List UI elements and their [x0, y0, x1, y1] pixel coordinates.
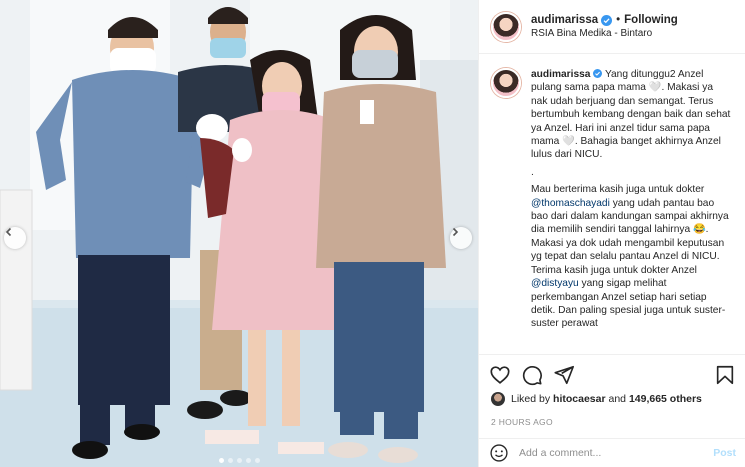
- caption-body-2b: yang udah pantau bao bao dari dalam kand…: [531, 197, 729, 276]
- post-comment-button[interactable]: Post: [713, 447, 736, 459]
- following-button[interactable]: Following: [624, 14, 678, 26]
- carousel-dot: [218, 458, 224, 463]
- emoji-icon[interactable]: [489, 443, 509, 463]
- caption-text: audimarissa Yang ditunggu2 Anzel pulang …: [531, 68, 731, 335]
- likes-prefix: Liked by: [511, 393, 551, 405]
- action-bar: [479, 354, 745, 394]
- author-username[interactable]: audimarissa: [531, 14, 598, 26]
- comment-box: Post: [479, 438, 745, 467]
- liker-avatar[interactable]: [491, 392, 505, 406]
- caption-avatar[interactable]: [491, 68, 521, 98]
- caption-area: audimarissa Yang ditunggu2 Anzel pulang …: [479, 60, 745, 352]
- carousel-dot: [245, 458, 251, 463]
- likes-line: Liked by hitocaesar and 149,665 others: [491, 392, 702, 406]
- post-timestamp[interactable]: 2 HOURS AGO: [491, 417, 553, 427]
- author-avatar[interactable]: [491, 11, 521, 42]
- post-location[interactable]: RSIA Bina Medika - Bintaro: [531, 28, 678, 39]
- post-header: audimarissa • Following RSIA Bina Medika…: [479, 0, 745, 54]
- caption-row: audimarissa Yang ditunggu2 Anzel pulang …: [491, 68, 736, 335]
- verified-icon: [593, 69, 603, 78]
- caption-body-1: Yang ditunggu2 Anzel pulang sama papa ma…: [531, 69, 731, 161]
- chevron-left-icon: [5, 227, 12, 237]
- comment-icon[interactable]: [521, 364, 543, 386]
- caption-paragraph-2: Mau berterima kasih juga untuk dokter @t…: [531, 183, 731, 330]
- header-text: audimarissa • Following RSIA Bina Medika…: [531, 14, 678, 39]
- likes-conjunction: and: [608, 393, 627, 405]
- verified-icon: [601, 14, 613, 26]
- mention-link[interactable]: @thomaschayadi: [531, 198, 610, 209]
- mention-link[interactable]: @distyayu: [531, 278, 579, 289]
- family-photo-illustration: [0, 0, 478, 467]
- bookmark-icon[interactable]: [714, 364, 736, 386]
- heart-icon[interactable]: [489, 364, 511, 386]
- carousel-next-button[interactable]: [450, 227, 472, 249]
- header-separator: •: [616, 14, 621, 26]
- chevron-right-icon: [452, 227, 459, 237]
- carousel-prev-button[interactable]: [4, 227, 26, 249]
- liker-username[interactable]: hitocaesar: [553, 393, 606, 405]
- comment-input[interactable]: [519, 447, 714, 459]
- post-side-panel: audimarissa • Following RSIA Bina Medika…: [478, 0, 745, 467]
- caption-body-2a: Mau berterima kasih juga untuk dokter: [531, 184, 705, 196]
- caption-dot-line: .: [531, 166, 534, 178]
- caption-paragraph-1: audimarissa Yang ditunggu2 Anzel pulang …: [531, 68, 731, 162]
- carousel-dots: [0, 458, 478, 463]
- carousel-dot: [227, 458, 233, 463]
- caption-username[interactable]: audimarissa: [531, 69, 590, 80]
- post-photo[interactable]: [0, 0, 478, 467]
- header-line: audimarissa • Following: [531, 14, 678, 26]
- carousel-dot: [254, 458, 260, 463]
- carousel-dot: [236, 458, 242, 463]
- share-icon[interactable]: [553, 364, 575, 386]
- likes-count[interactable]: 149,665 others: [629, 393, 702, 405]
